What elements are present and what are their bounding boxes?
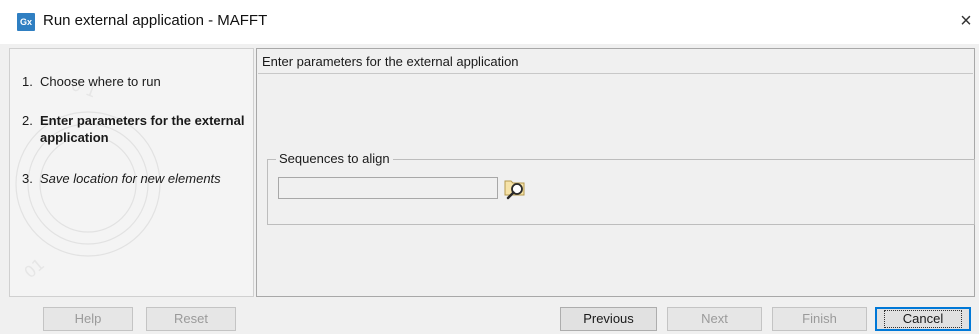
close-icon[interactable]: × xyxy=(955,8,977,34)
svg-text:01: 01 xyxy=(20,254,48,282)
step-number: 3. xyxy=(22,171,33,186)
step-number: 1. xyxy=(22,74,33,89)
step-number: 2. xyxy=(22,113,33,128)
finish-button[interactable]: Finish xyxy=(772,307,867,331)
title-bar: Gx Run external application - MAFFT × xyxy=(0,0,979,44)
wizard-content: 01 0 1 1. Choose where to run 2. Enter p… xyxy=(0,44,979,300)
window-title: Run external application - MAFFT xyxy=(43,12,268,29)
steps-panel: 01 0 1 1. Choose where to run 2. Enter p… xyxy=(9,48,254,297)
panel-header: Enter parameters for the external applic… xyxy=(262,54,519,69)
reset-button[interactable]: Reset xyxy=(146,307,236,331)
sequences-group: Sequences to align xyxy=(267,151,975,225)
step-label: Choose where to run xyxy=(40,74,161,89)
parameters-panel: Enter parameters for the external applic… xyxy=(256,48,975,297)
browse-magnifier-icon[interactable] xyxy=(502,174,528,202)
header-divider xyxy=(258,73,973,74)
next-button[interactable]: Next xyxy=(667,307,762,331)
cancel-label: Cancel xyxy=(883,310,963,328)
group-title: Sequences to align xyxy=(276,151,393,166)
step-label: Enter parameters for the external applic… xyxy=(40,113,245,145)
previous-button[interactable]: Previous xyxy=(560,307,657,331)
app-icon: Gx xyxy=(17,13,35,31)
sequences-input[interactable] xyxy=(278,177,498,199)
cancel-button[interactable]: Cancel xyxy=(875,307,971,331)
help-button[interactable]: Help xyxy=(43,307,133,331)
button-bar: Help Reset Previous Next Finish Cancel xyxy=(0,300,979,334)
step-label: Save location for new elements xyxy=(40,171,221,186)
